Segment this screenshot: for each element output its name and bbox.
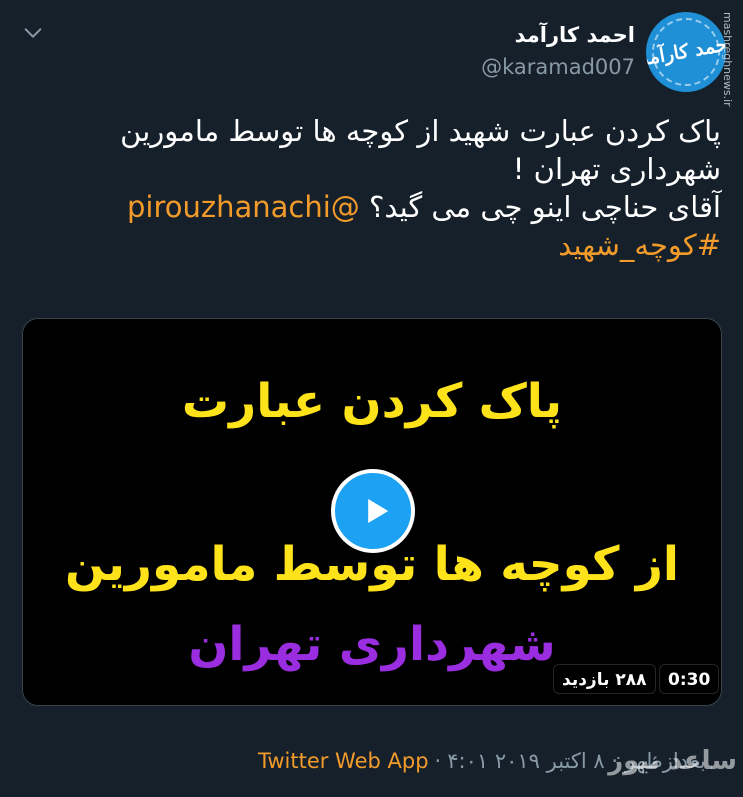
tweet-card: احمد کارآمد mashreghnews.ir احمد کارآمد … [0,0,743,797]
meta-separator: · [434,749,442,773]
tweet-line-2: شهرداری تهران ! [512,152,721,186]
avatar[interactable]: احمد کارآمد [646,12,726,92]
duration-badge: 0:30 [659,664,720,694]
display-name[interactable]: احمد کارآمد [481,20,635,50]
mention-link[interactable]: @pirouzhanachi [127,190,360,224]
play-icon [368,499,389,523]
tweet-line-1: پاک کردن عبارت شهید از کوچه ها توسط مامو… [120,114,721,148]
tweet-line-3-text: آقای حناچی اینو چی می گید؟ [369,190,721,224]
chevron-down-icon[interactable] [22,22,44,44]
author-block[interactable]: احمد کارآمد @karamad007 [481,20,635,82]
play-button[interactable] [331,469,415,553]
tweet-text: پاک کردن عبارت شهید از کوچه ها توسط مامو… [21,112,721,264]
hashtag-link[interactable]: #کوچه_شهید [558,228,721,262]
tweet-line-4: #کوچه_شهید [21,226,721,264]
view-count-badge: ۲۸۸ بازدید [553,664,656,694]
tweet-line-3: آقای حناچی اینو چی می گید؟ @pirouzhanach… [21,188,721,226]
watermark-side: mashreghnews.ir [721,12,734,107]
source-app-link[interactable]: Twitter Web App [258,749,429,773]
video-player[interactable]: پاک کردن عبارت شهید از کوچه ها توسط مامو… [22,318,722,706]
user-handle[interactable]: @karamad007 [481,52,635,82]
watermark-bottom: ساعد نیوز [608,746,737,776]
video-caption-line-1: پاک کردن عبارت [181,374,563,429]
